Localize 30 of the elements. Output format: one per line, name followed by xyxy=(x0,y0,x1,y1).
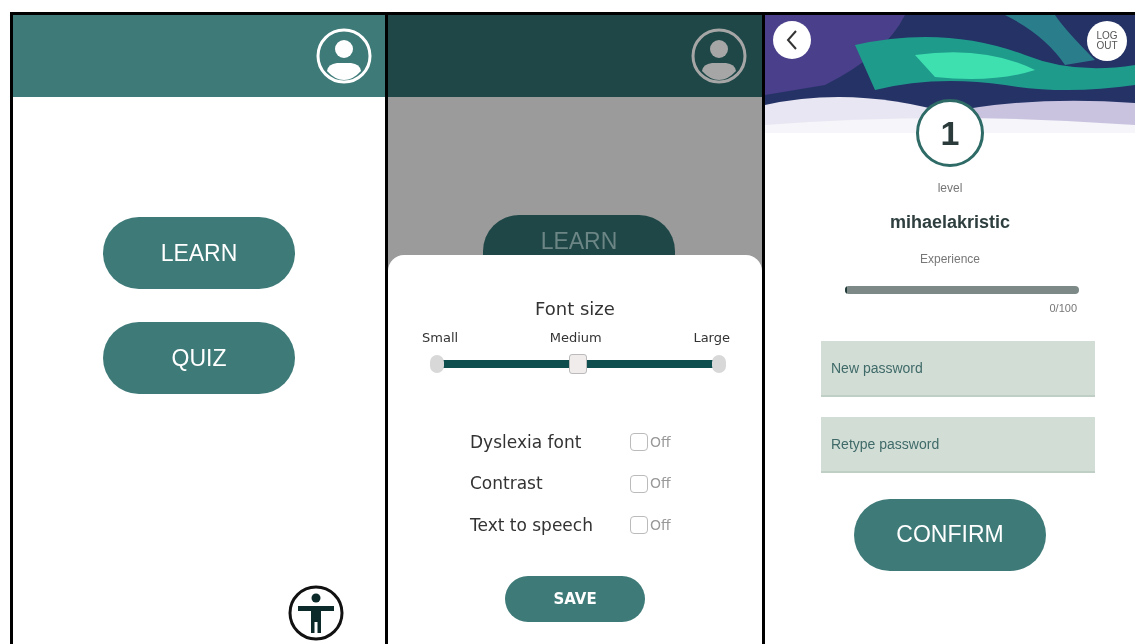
toggle-state: Off xyxy=(650,515,671,535)
toggle-state: Off xyxy=(650,432,671,452)
slider-handle[interactable] xyxy=(569,353,587,374)
experience-reading: 0/100 xyxy=(1048,301,1078,316)
checkbox[interactable] xyxy=(630,516,648,535)
experience-label: Experience xyxy=(918,251,981,268)
password-field[interactable]: New password xyxy=(821,340,1095,397)
slider-label: Small xyxy=(422,329,459,347)
accessibility-icon[interactable] xyxy=(287,584,345,642)
slider-label: Large xyxy=(693,329,730,347)
level-label: level xyxy=(936,180,964,197)
menu-button[interactable]: LEARN xyxy=(103,217,295,289)
username: mihaelakristic xyxy=(888,211,1012,234)
toggle-state: Off xyxy=(650,474,671,494)
option-label: Contrast xyxy=(470,472,544,495)
level-badge: 1 xyxy=(916,99,984,167)
back-icon xyxy=(785,29,799,51)
save-button[interactable]: SAVE xyxy=(505,576,645,622)
slider-label: Medium xyxy=(549,329,602,347)
menu-button[interactable]: QUIZ xyxy=(103,322,295,394)
setting-title: Font size xyxy=(534,297,616,321)
confirm-button[interactable]: CONFIRM xyxy=(854,498,1046,571)
menu-button[interactable]: LEARN xyxy=(483,215,675,255)
password-field[interactable]: Retype password xyxy=(821,416,1095,473)
profile-icon[interactable] xyxy=(690,27,748,85)
checkbox[interactable] xyxy=(630,474,648,493)
font-size-slider[interactable] xyxy=(430,353,726,374)
option-label: Dyslexia font xyxy=(470,430,583,454)
checkbox[interactable] xyxy=(630,433,648,452)
option-label: Text to speech xyxy=(470,513,594,537)
